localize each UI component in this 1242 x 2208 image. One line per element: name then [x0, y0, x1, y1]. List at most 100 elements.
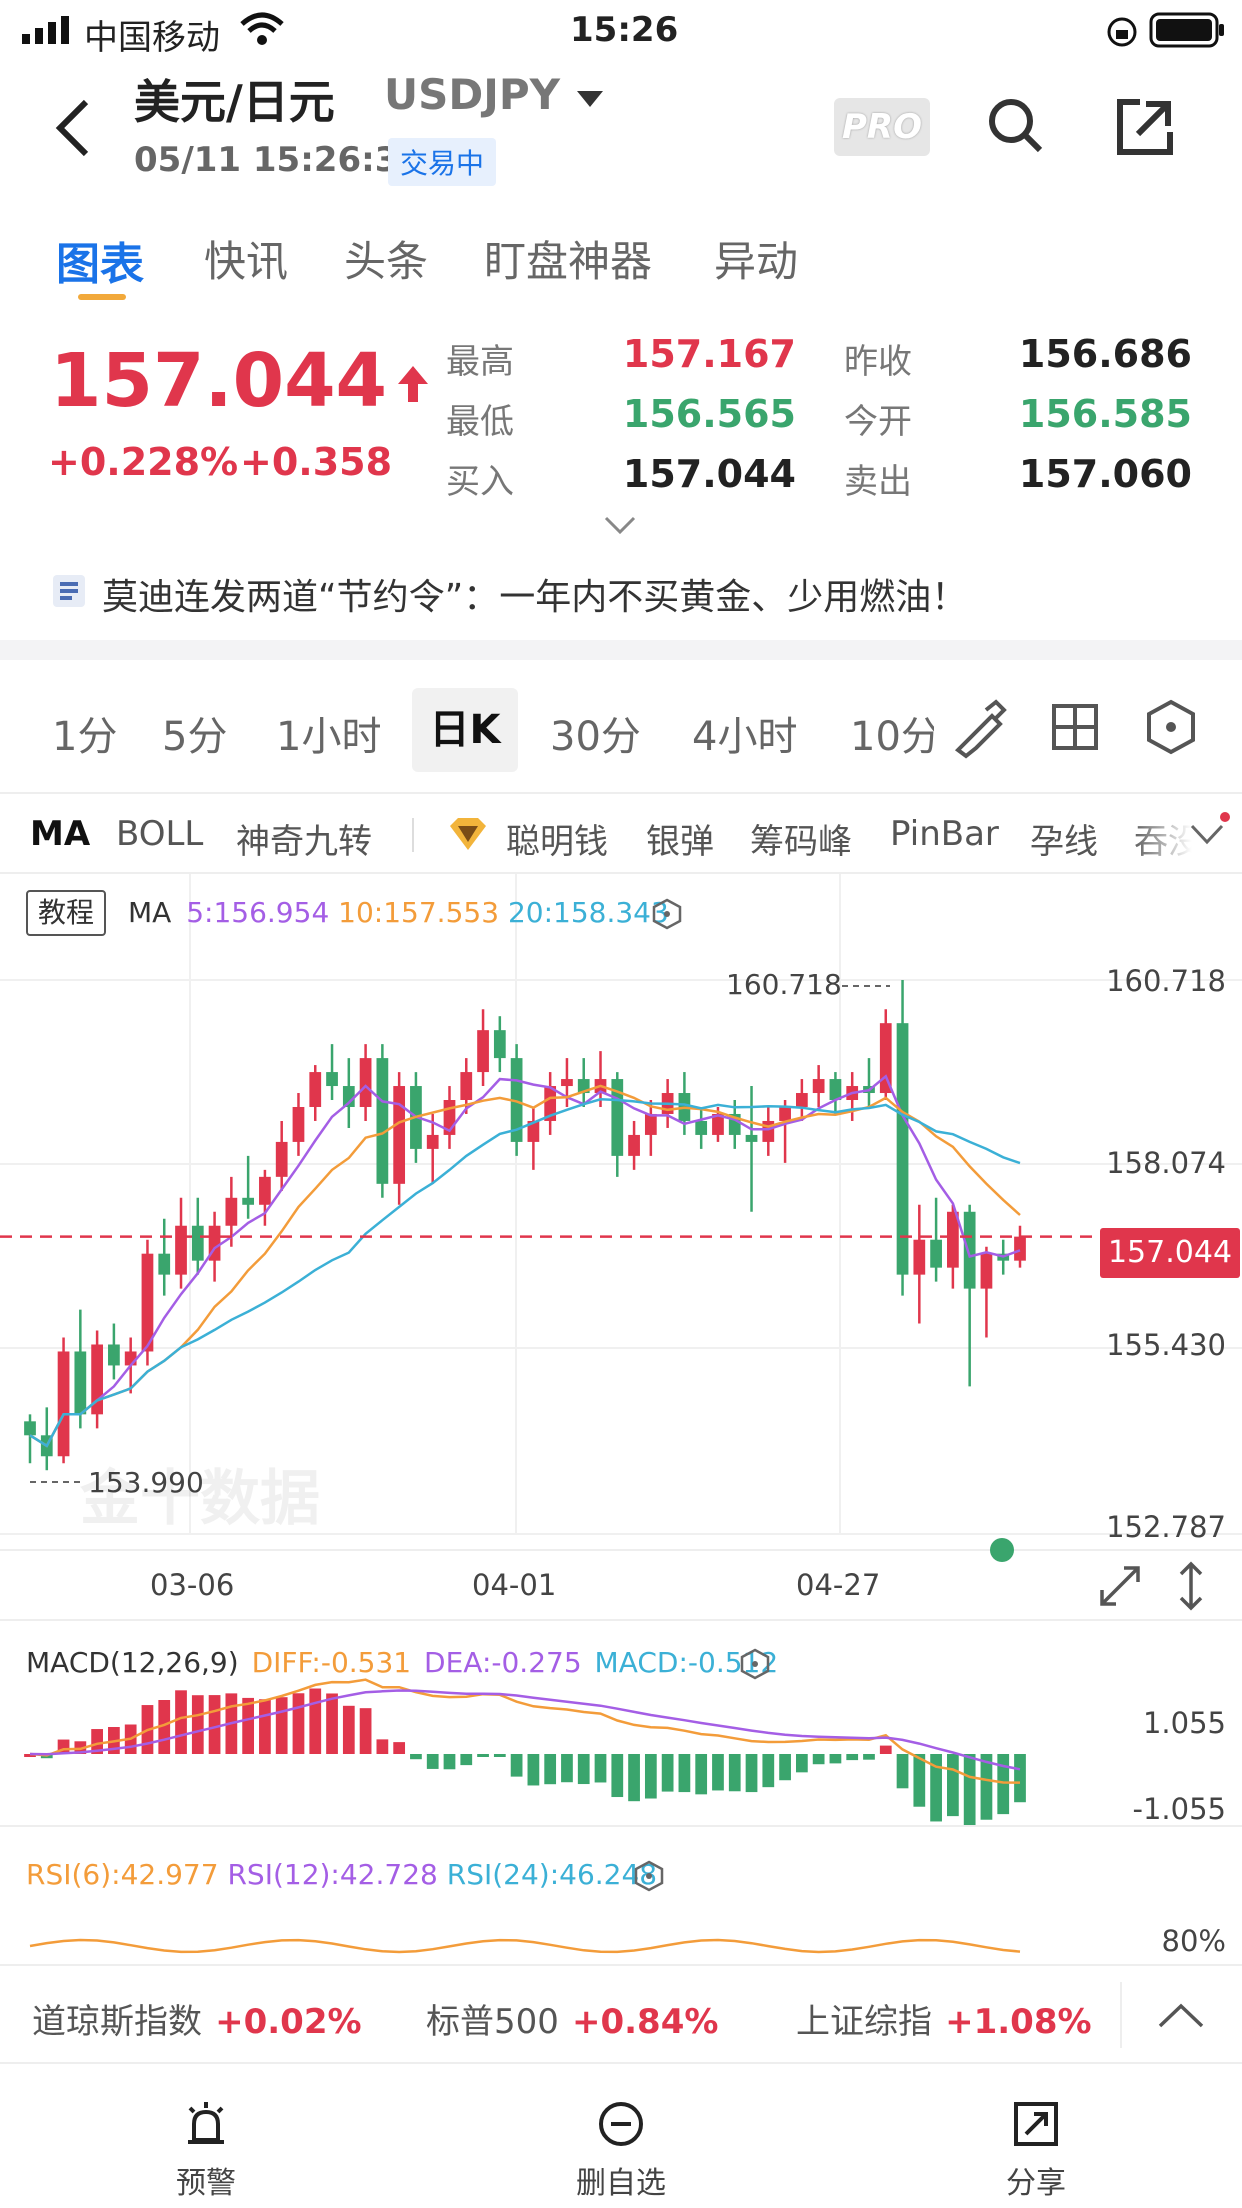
- candle-body: [812, 1079, 825, 1094]
- timeframe-1m[interactable]: 1分: [52, 704, 117, 762]
- tab-headlines[interactable]: 头条: [344, 228, 428, 289]
- timeframe-10m-wrap: 10分: [850, 704, 934, 764]
- tab-market-watch[interactable]: 盯盘神器: [484, 228, 652, 289]
- timeframe-1h[interactable]: 1小时: [276, 704, 381, 762]
- candle-body: [1014, 1236, 1026, 1261]
- index-shanghai[interactable]: 上证综指 +1.08%: [796, 1994, 1092, 2043]
- divider-v: [1120, 1982, 1122, 2048]
- macd-bar: [728, 1754, 741, 1792]
- chevron-up-icon[interactable]: [1156, 2000, 1206, 2030]
- candle-body: [913, 1239, 926, 1275]
- macd-bar: [896, 1754, 909, 1789]
- macd-bar: [745, 1754, 758, 1793]
- macd-bar: [812, 1754, 825, 1765]
- macd-bar: [544, 1754, 557, 1785]
- symbol-selector[interactable]: USDJPY: [384, 70, 605, 119]
- indicator-td9[interactable]: 神奇九转: [236, 814, 372, 863]
- draw-tool-icon[interactable]: [952, 699, 1007, 759]
- expand-chevron-icon[interactable]: [604, 516, 636, 536]
- indicator-boll[interactable]: BOLL: [116, 814, 203, 854]
- macd-bar: [611, 1754, 624, 1798]
- settings-hex-icon[interactable]: [1146, 699, 1196, 755]
- indicator-inside-bar[interactable]: 孕线: [1030, 814, 1098, 863]
- candle-body: [124, 1351, 137, 1366]
- open-label: 今开: [844, 402, 912, 442]
- low-label: 最低: [446, 402, 514, 442]
- arrow-up-icon: [398, 366, 429, 402]
- index-sp500[interactable]: 标普500 +0.84%: [426, 1994, 718, 2043]
- divider: [0, 792, 1242, 794]
- x-label-1: 03-06: [150, 1568, 235, 1602]
- indicator-pinbar[interactable]: PinBar: [890, 814, 999, 854]
- indicator-silver-bullet[interactable]: 银弹: [646, 814, 714, 863]
- macd-bar: [443, 1754, 456, 1770]
- tab-bar: 图表 快讯 头条 盯盘神器 异动: [0, 228, 1242, 304]
- candle-body: [779, 1106, 791, 1121]
- macd-bar: [863, 1754, 875, 1760]
- share-icon[interactable]: [1116, 98, 1174, 156]
- index-dow[interactable]: 道琼斯指数 +0.02%: [32, 1994, 362, 2043]
- macd-bar: [359, 1708, 372, 1754]
- indicator-chip-peak[interactable]: 筹码峰: [750, 814, 852, 863]
- index-name: 上证综指: [796, 2002, 932, 2042]
- ma-settings-icon[interactable]: [652, 898, 682, 930]
- low-value: 156.565: [622, 392, 796, 436]
- macd-bar: [309, 1688, 322, 1754]
- ma10-value: 10:157.553: [338, 896, 500, 929]
- candle-body: [980, 1253, 993, 1289]
- timeframe-5m[interactable]: 5分: [162, 704, 227, 762]
- back-arrow-icon[interactable]: [52, 98, 92, 158]
- tab-movers[interactable]: 异动: [714, 228, 798, 289]
- symbol-code: USDJPY: [384, 70, 561, 119]
- timeframe-daily[interactable]: 日K: [412, 688, 518, 772]
- candle-body: [477, 1030, 489, 1073]
- macd-bar: [963, 1754, 976, 1826]
- news-ticker[interactable]: 莫迪连发两道“节约令”：一年内不买黄金、少用燃油！: [52, 566, 1212, 622]
- rsi-legend: RSI(6):42.977 RSI(12):42.728 RSI(24):46.…: [26, 1858, 657, 1891]
- nav-remove-watchlist[interactable]: 删自选: [560, 2100, 682, 2202]
- signal-icon: [22, 16, 69, 44]
- vertical-scale-icon[interactable]: [1176, 1560, 1206, 1612]
- indicator-ma[interactable]: MA: [30, 814, 90, 854]
- tab-flash-news[interactable]: 快讯: [204, 228, 288, 289]
- max-price-label: 160.718: [726, 968, 842, 1001]
- candle-body: [309, 1072, 322, 1107]
- ma-legend-title: MA: [128, 896, 172, 929]
- macd-bar: [527, 1754, 540, 1786]
- timeframe-10m[interactable]: 10分: [850, 714, 934, 760]
- macd-bar: [712, 1754, 724, 1791]
- macd-bar: [913, 1754, 926, 1807]
- macd-diff: DIFF:-0.531: [251, 1646, 412, 1679]
- macd-bar: [393, 1742, 406, 1754]
- grid-layout-icon[interactable]: [1052, 704, 1098, 750]
- fullscreen-icon[interactable]: [1098, 1564, 1142, 1608]
- macd-bar: [410, 1754, 422, 1760]
- timeframe-30m[interactable]: 30分: [550, 704, 641, 762]
- macd-bar: [561, 1754, 573, 1783]
- macd-y-bottom: -1.055: [1132, 1792, 1227, 1826]
- indicator-smart-money[interactable]: 聪明钱: [506, 814, 608, 863]
- nav-alert[interactable]: 预警: [156, 2100, 256, 2202]
- candle-body: [963, 1211, 976, 1289]
- rsi-line: [29, 1938, 1021, 1954]
- macd-bar: [879, 1745, 892, 1754]
- search-icon[interactable]: [986, 96, 1046, 156]
- macd-settings-icon[interactable]: [740, 1648, 770, 1680]
- candlestick-chart[interactable]: [0, 874, 1242, 1964]
- rsi6: RSI(6):42.977: [26, 1858, 219, 1891]
- candle-body: [695, 1120, 708, 1135]
- timeframe-4h[interactable]: 4小时: [692, 704, 797, 762]
- nav-share[interactable]: 分享: [986, 2100, 1086, 2202]
- macd-bar: [1014, 1754, 1026, 1803]
- tab-chart[interactable]: 图表: [56, 228, 144, 292]
- rsi-settings-icon[interactable]: [634, 1860, 664, 1892]
- watermark: 金十数据: [80, 1464, 320, 1534]
- carrier: 中国移动: [84, 18, 220, 58]
- macd-bar: [342, 1705, 355, 1754]
- macd-bar: [175, 1690, 187, 1754]
- candle-body: [644, 1113, 657, 1135]
- more-indicators-chevron-icon[interactable]: [1190, 822, 1224, 846]
- tutorial-button[interactable]: 教程: [26, 890, 106, 936]
- pro-button[interactable]: PRO: [834, 98, 930, 156]
- index-name: 道琼斯指数: [32, 2002, 202, 2042]
